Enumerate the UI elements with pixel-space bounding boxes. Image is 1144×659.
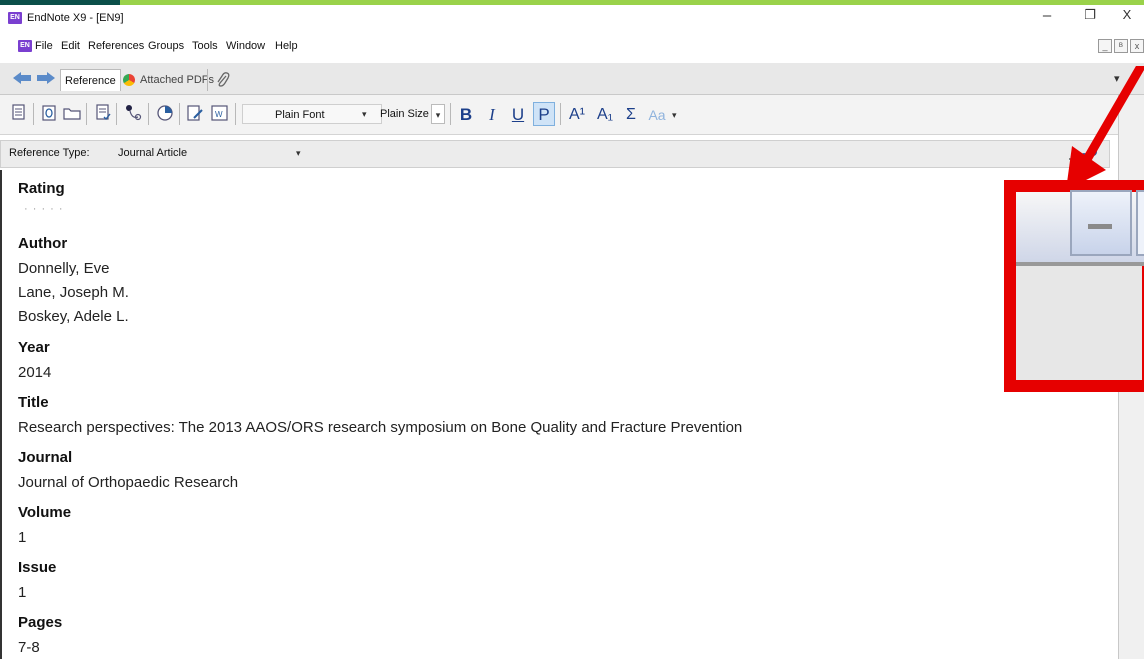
reference-tab-bar: Reference Attached PDFs ▾ xyxy=(0,63,1144,95)
menu-help[interactable]: Help xyxy=(275,40,298,52)
zoomed-divider xyxy=(1016,262,1144,266)
edit-reference-icon[interactable] xyxy=(184,102,206,126)
field-label-rating: Rating xyxy=(18,180,65,197)
field-value-year[interactable]: 2014 xyxy=(18,364,51,381)
toolbar-separator xyxy=(148,103,149,125)
reference-type-label: Reference Type: xyxy=(9,147,90,159)
insert-reference-icon[interactable] xyxy=(8,102,30,126)
field-label-author: Author xyxy=(18,235,68,252)
zoomed-next-button xyxy=(1136,190,1144,256)
mdi-restore-button[interactable]: ᴮ xyxy=(1114,39,1128,53)
field-label-title: Title xyxy=(18,394,49,411)
field-label-issue: Issue xyxy=(18,559,57,576)
format-paper-icon[interactable] xyxy=(92,102,114,126)
open-folder-icon[interactable] xyxy=(61,102,83,126)
field-value-author-3[interactable]: Boskey, Adele L. xyxy=(18,308,129,325)
minimize-bar-icon xyxy=(1088,224,1112,229)
field-value-title[interactable]: Research perspectives: The 2013 AAOS/ORS… xyxy=(18,419,742,436)
toolbar-separator xyxy=(179,103,180,125)
mdi-close-button[interactable]: x xyxy=(1130,39,1144,53)
field-value-journal[interactable]: Journal of Orthopaedic Research xyxy=(18,474,238,491)
title-bar: EN EndNote X9 - [EN9] – ❐ X xyxy=(0,5,1144,35)
forward-arrow-icon[interactable] xyxy=(36,71,56,90)
window-title: EndNote X9 - [EN9] xyxy=(27,12,124,24)
plain-button[interactable]: P xyxy=(533,102,555,126)
toolbar-separator xyxy=(33,103,34,125)
mdi-minimize-button[interactable]: _ xyxy=(1098,39,1112,53)
tab-attached-pdfs-label: Attached PDFs xyxy=(140,74,214,86)
endnote-app-icon: EN xyxy=(8,12,22,24)
tab-separator xyxy=(207,69,208,91)
field-value-pages[interactable]: 7-8 xyxy=(18,639,40,656)
toolbar-separator xyxy=(560,103,561,125)
formatting-toolbar: W Plain Font ▾ Plain Size ▾ B I U P A¹ A… xyxy=(0,95,1144,135)
toolbar-separator xyxy=(86,103,87,125)
italic-button[interactable]: I xyxy=(481,102,503,126)
editor-left-border xyxy=(0,170,2,659)
symbol-button[interactable]: Σ xyxy=(620,102,642,126)
menu-groups[interactable]: Groups xyxy=(148,40,184,52)
rating-stars[interactable]: · · · · · xyxy=(24,203,64,215)
paperclip-icon[interactable] xyxy=(216,72,230,93)
menu-window[interactable]: Window xyxy=(226,40,265,52)
size-select-caret[interactable]: ▾ xyxy=(431,104,445,124)
size-select-value: Plain Size xyxy=(380,108,429,120)
superscript-button[interactable]: A¹ xyxy=(566,102,588,126)
field-value-author-2[interactable]: Lane, Joseph M. xyxy=(18,284,129,301)
zoomed-minimize-button[interactable] xyxy=(1070,190,1132,256)
chrome-pdf-icon xyxy=(123,74,135,86)
word-document-icon[interactable]: W xyxy=(209,102,231,126)
open-url-icon[interactable] xyxy=(154,102,176,126)
subscript-button[interactable]: A₁ xyxy=(594,102,616,126)
toolbar-separator xyxy=(235,103,236,125)
bold-button[interactable]: B xyxy=(455,102,477,126)
field-value-volume[interactable]: 1 xyxy=(18,529,26,546)
underline-button[interactable]: U xyxy=(507,102,529,126)
menu-tools[interactable]: Tools xyxy=(192,40,218,52)
field-label-pages: Pages xyxy=(18,614,63,631)
font-select-value: Plain Font xyxy=(275,109,325,121)
reference-type-bar: Reference Type: Journal Article ▾ xyxy=(0,140,1110,168)
document-icon: EN xyxy=(18,40,32,52)
tab-attached-pdfs[interactable]: Attached PDFs xyxy=(120,69,218,91)
font-select[interactable]: Plain Font xyxy=(242,104,382,124)
reference-type-value: Journal Article xyxy=(118,147,188,159)
highlight-box xyxy=(1004,180,1144,392)
close-button[interactable]: X xyxy=(1117,7,1137,22)
red-pointer-arrow xyxy=(1066,66,1144,190)
reference-type-select[interactable]: Journal Article ▾ xyxy=(118,144,308,163)
menu-edit[interactable]: Edit xyxy=(61,40,80,52)
svg-text:W: W xyxy=(215,110,223,119)
change-case-button[interactable]: Aa xyxy=(646,102,668,126)
tab-reference[interactable]: Reference xyxy=(60,69,121,91)
minimize-button[interactable]: – xyxy=(1037,7,1057,24)
menu-references[interactable]: References xyxy=(88,40,144,52)
toolbar-separator xyxy=(450,103,451,125)
toolbar-separator xyxy=(116,103,117,125)
link-icon[interactable] xyxy=(38,102,60,126)
menu-file[interactable]: File xyxy=(35,40,53,52)
field-value-author-1[interactable]: Donnelly, Eve xyxy=(18,260,109,277)
field-label-volume: Volume xyxy=(18,504,72,521)
field-label-journal: Journal xyxy=(18,449,73,466)
menu-bar: EN File Edit References Groups Tools Win… xyxy=(0,35,1144,57)
field-label-year: Year xyxy=(18,339,50,356)
back-arrow-icon[interactable] xyxy=(12,71,32,90)
find-full-text-icon[interactable] xyxy=(122,102,144,126)
restore-button[interactable]: ❐ xyxy=(1080,7,1100,23)
font-select-caret[interactable]: ▾ xyxy=(362,104,367,124)
chevron-down-icon: ▾ xyxy=(296,148,301,158)
field-value-issue[interactable]: 1 xyxy=(18,584,26,601)
change-case-caret[interactable]: ▾ xyxy=(672,105,677,125)
